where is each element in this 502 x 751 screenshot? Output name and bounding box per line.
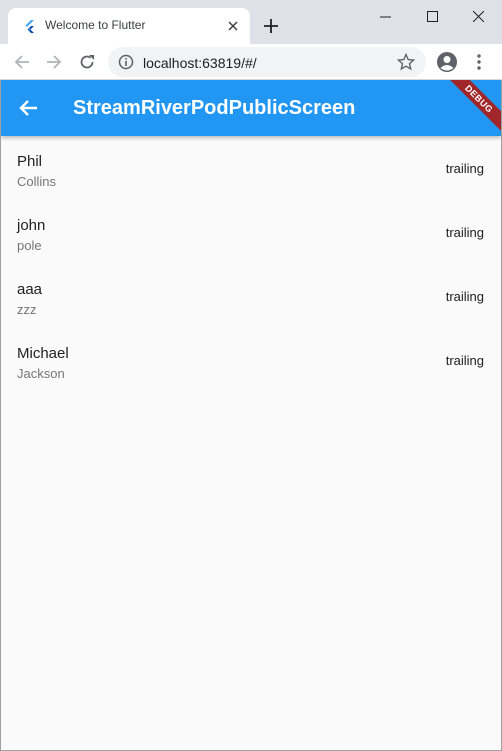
tab-strip: Welcome to Flutter (0, 0, 502, 44)
list-item[interactable]: john pole trailing (1, 200, 501, 264)
list-item[interactable]: Michael Jackson trailing (1, 328, 501, 392)
maximize-icon[interactable] (421, 6, 443, 26)
list-item-title: aaa (17, 281, 43, 298)
back-button[interactable] (17, 96, 41, 120)
app-viewport: StreamRiverPodPublicScreen DEBUG Phil Co… (1, 80, 501, 750)
list-item-title: Michael (17, 345, 69, 362)
list-item[interactable]: aaa zzz trailing (1, 264, 501, 328)
new-tab-icon[interactable] (260, 15, 282, 37)
list-item-trailing: trailing (445, 289, 484, 304)
list-item-subtitle: Jackson (17, 366, 65, 381)
address-bar[interactable]: localhost:63819/#/ (108, 47, 426, 77)
page-title: StreamRiverPodPublicScreen (73, 97, 356, 119)
list-item[interactable]: Phil Collins trailing (1, 136, 501, 200)
forward-arrow-icon[interactable] (42, 50, 66, 74)
minimize-icon[interactable] (374, 6, 396, 26)
profile-avatar-icon[interactable] (435, 50, 459, 74)
window-close-icon[interactable] (467, 6, 489, 26)
list-item-trailing: trailing (445, 353, 484, 368)
list-item-title: john (17, 217, 46, 234)
flutter-icon (25, 20, 34, 33)
url-text: localhost:63819/#/ (143, 55, 257, 71)
list-item-subtitle: Collins (17, 174, 57, 189)
reload-icon[interactable] (75, 50, 99, 74)
browser-tab[interactable]: Welcome to Flutter (8, 8, 250, 44)
list-item-subtitle: zzz (17, 302, 37, 317)
app-bar: StreamRiverPodPublicScreen DEBUG (1, 80, 501, 138)
back-arrow-icon[interactable] (10, 50, 34, 74)
info-icon[interactable] (118, 54, 134, 70)
window-border-left (0, 80, 1, 751)
bookmark-star-icon[interactable] (397, 53, 415, 71)
close-tab-icon[interactable] (224, 17, 242, 35)
list-item-trailing: trailing (445, 225, 484, 240)
list-view: Phil Collins trailing john pole trailing… (1, 136, 501, 392)
debug-banner: DEBUG (440, 80, 501, 138)
list-item-subtitle: pole (17, 238, 42, 253)
list-item-trailing: trailing (445, 161, 484, 176)
more-menu-icon[interactable] (467, 50, 491, 74)
list-item-title: Phil (17, 153, 43, 170)
tab-title: Welcome to Flutter (45, 18, 146, 32)
browser-toolbar: localhost:63819/#/ (0, 44, 502, 80)
